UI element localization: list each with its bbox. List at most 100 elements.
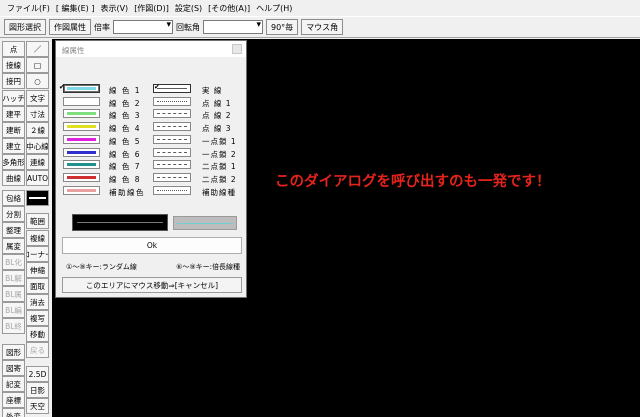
line-color-swatch-5[interactable] xyxy=(63,134,100,144)
swatch-color-bar xyxy=(67,137,96,141)
tool-center-line[interactable]: 中心線 xyxy=(26,138,49,154)
tool-envelope[interactable]: 包絡 xyxy=(2,190,25,206)
tool-sky[interactable]: 天空 xyxy=(26,398,49,414)
line-preview-gray xyxy=(173,216,237,230)
menu-other[interactable]: [その他(A)] xyxy=(205,3,253,14)
tool-block-attribute[interactable]: BL属 xyxy=(2,286,25,302)
menu-draw[interactable]: [作図(D)] xyxy=(131,3,172,14)
rotation-combo[interactable] xyxy=(203,20,263,34)
tool-rect[interactable]: □ xyxy=(26,57,49,73)
tool-block-edit[interactable]: BL編 xyxy=(2,302,25,318)
tool-dimension[interactable]: 寸法 xyxy=(26,106,49,122)
tool-shadow[interactable]: 日影 xyxy=(26,382,49,398)
line-type-label: 実 線 xyxy=(202,86,223,95)
preview-line xyxy=(77,222,163,223)
tool-coordinate[interactable]: 座標 xyxy=(2,392,25,408)
menu-edit[interactable]: [ 編集(E) ] xyxy=(53,3,98,14)
line-type-sample xyxy=(157,100,187,102)
tool-attribute-change[interactable]: 属変 xyxy=(2,238,25,254)
line-color-label: 線 色 4 xyxy=(109,124,142,134)
line-type-swatch-2[interactable] xyxy=(153,96,191,106)
line-color-indicator[interactable] xyxy=(26,190,49,206)
tool-auto[interactable]: AUTO xyxy=(26,170,49,186)
tool-polygon[interactable]: 多角形 xyxy=(2,154,25,170)
line-type-sample xyxy=(157,88,187,89)
tool-erase[interactable]: 消去 xyxy=(26,294,49,310)
line-type-label: 一点鎖 1 xyxy=(202,136,237,146)
tool-text[interactable]: 文字 xyxy=(26,90,49,106)
tool-copy-line[interactable]: 複線 xyxy=(26,230,49,246)
tool-double-line[interactable]: ２線 xyxy=(26,122,49,138)
tool-curve[interactable]: 曲線 xyxy=(2,170,25,186)
shape-select-button[interactable]: 図形選択 xyxy=(4,19,46,35)
close-icon[interactable] xyxy=(232,44,242,54)
tool-block-release[interactable]: BL解 xyxy=(2,270,25,286)
tool-hatch[interactable]: ハッチ xyxy=(2,90,25,106)
menu-help[interactable]: ヘルプ(H) xyxy=(253,3,295,14)
line-color-swatch-1[interactable] xyxy=(63,84,100,93)
tool-figure-register[interactable]: 図寄 xyxy=(2,360,25,376)
swatch-color-bar xyxy=(67,188,96,192)
tool-arrange[interactable]: 整理 xyxy=(2,222,25,238)
tool-figure[interactable]: 図形 xyxy=(2,344,25,360)
tool-building-plan[interactable]: 建平 xyxy=(2,106,25,122)
line-color-swatch-6[interactable] xyxy=(63,147,100,157)
line-type-label: 二点鎖 1 xyxy=(202,162,237,172)
line-type-swatch-4[interactable] xyxy=(153,122,191,132)
tool-chamfer[interactable]: 面取 xyxy=(26,278,49,294)
tool-stretch[interactable]: 伸縮 xyxy=(26,262,49,278)
tool-move[interactable]: 移動 xyxy=(26,326,49,342)
cancel-area[interactable]: このエリアにマウス移動⇒[キャンセル] xyxy=(62,277,242,293)
tool-connect-line[interactable]: 連線 xyxy=(26,154,49,170)
line-color-swatch-8[interactable] xyxy=(63,172,100,182)
menu-view[interactable]: 表示(V) xyxy=(97,3,131,14)
tool-tangent-circle[interactable]: 接円 xyxy=(2,73,25,89)
line-type-label: 一点鎖 2 xyxy=(202,149,237,159)
tool-corner[interactable]: コーナー xyxy=(26,246,49,262)
line-type-sample xyxy=(157,113,187,115)
line-color-label: 線 色 1 xyxy=(109,86,142,95)
line-color-swatch-9[interactable] xyxy=(63,185,100,195)
line-type-swatch-6[interactable] xyxy=(153,147,191,157)
tool-2-5d[interactable]: 2.5D xyxy=(26,366,49,382)
dialog-title: 線属性 xyxy=(56,41,246,57)
tool-line[interactable]: ／ xyxy=(26,41,49,57)
tool-symbol-change[interactable]: 記変 xyxy=(2,376,25,392)
tool-building-elevation[interactable]: 建立 xyxy=(2,138,25,154)
line-color-label: 線 色 3 xyxy=(109,111,142,121)
tool-range[interactable]: 範囲 xyxy=(26,213,49,229)
rotation-label: 回転角 xyxy=(176,22,200,32)
draw-attribute-button[interactable]: 作図属性 xyxy=(49,19,91,35)
tool-divide[interactable]: 分割 xyxy=(2,206,25,222)
line-type-swatch-3[interactable] xyxy=(153,109,191,119)
mouse-angle-button[interactable]: マウス角 xyxy=(301,19,344,35)
menu-settings[interactable]: 設定(S) xyxy=(172,3,205,14)
line-color-swatch-2[interactable] xyxy=(63,96,100,106)
tool-undo[interactable]: 戻る xyxy=(26,342,49,358)
tool-tangent[interactable]: 接線 xyxy=(2,57,25,73)
line-type-swatch-9[interactable] xyxy=(153,185,191,195)
line-type-label: 点 線 3 xyxy=(202,124,232,134)
line-type-swatch-8[interactable] xyxy=(153,172,191,182)
line-color-label: 補助線色 xyxy=(109,187,145,197)
line-color-swatch-7[interactable] xyxy=(63,160,100,170)
ok-button[interactable]: Ok xyxy=(62,237,242,254)
line-color-swatch-3[interactable] xyxy=(63,109,100,119)
menu-bar: ファイル(F) [ 編集(E) ] 表示(V) [作図(D)] 設定(S) [そ… xyxy=(0,0,640,16)
line-color-swatch-4[interactable] xyxy=(63,122,100,132)
line-type-swatch-5[interactable] xyxy=(153,134,191,144)
menu-file[interactable]: ファイル(F) xyxy=(4,3,53,14)
tool-palette: 点 ／ 接線 □ 接円 ○ ハッチ 文字 建平 寸法 建断 ２線 建立 中心線 … xyxy=(0,39,52,417)
deg90-button[interactable]: 90°毎 xyxy=(266,19,299,35)
tool-circle[interactable]: ○ xyxy=(26,73,49,89)
tool-building-section[interactable]: 建断 xyxy=(2,122,25,138)
tool-point[interactable]: 点 xyxy=(2,41,25,57)
line-type-swatch-7[interactable] xyxy=(153,160,191,170)
line-attribute-dialog: 線属性 線 色 1 実 線線 色 2 点 線 1 線 色 3 点 線 2 線 色 4 点 線… xyxy=(55,40,247,298)
scale-combo[interactable] xyxy=(113,20,173,34)
tool-block-end[interactable]: BL終 xyxy=(2,318,25,334)
tool-block-make[interactable]: BL化 xyxy=(2,254,25,270)
tool-copy[interactable]: 複写 xyxy=(26,310,49,326)
preview-line-colored xyxy=(177,222,233,224)
tool-external-change[interactable]: 外変 xyxy=(2,408,25,417)
